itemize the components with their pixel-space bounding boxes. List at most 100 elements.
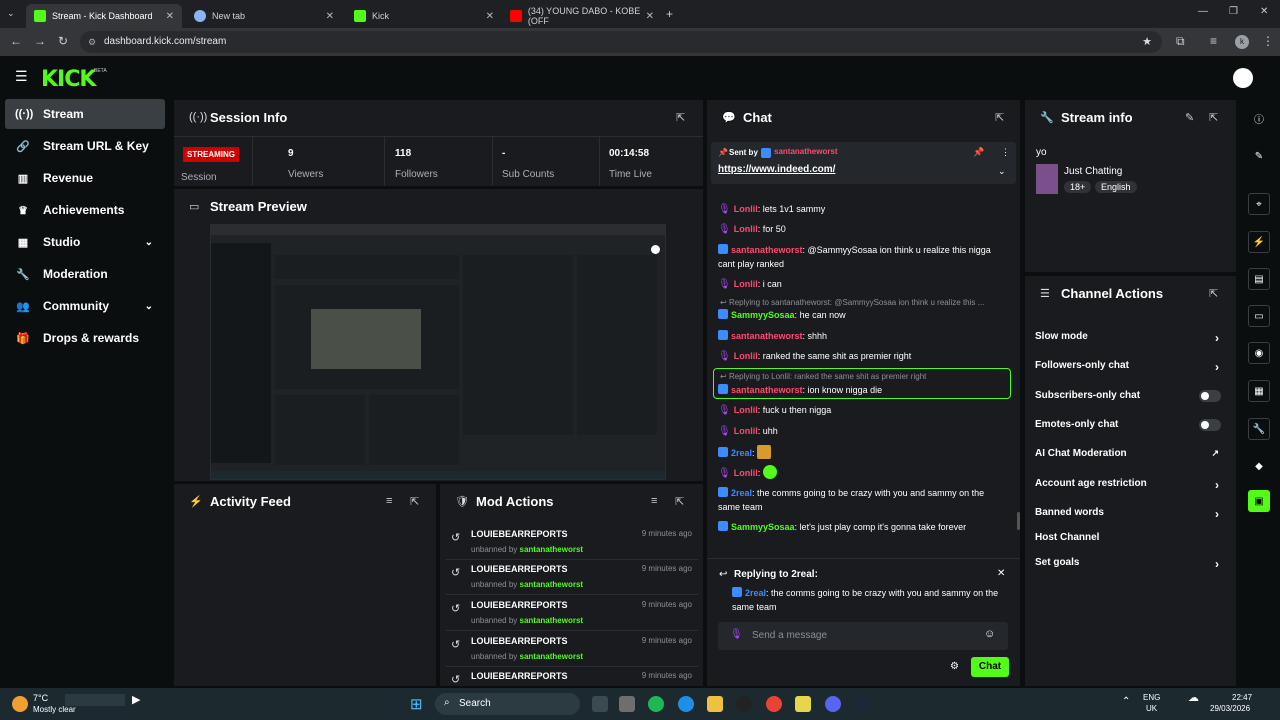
popout-icon[interactable]: ⇱ bbox=[675, 495, 684, 508]
wrench-icon[interactable]: 🔧 bbox=[1248, 418, 1270, 440]
camera-target-icon[interactable]: ⌖ bbox=[1248, 193, 1270, 215]
play-icon[interactable]: ▶ bbox=[132, 693, 140, 706]
chevron-down-icon[interactable]: ⌄ bbox=[998, 166, 1006, 177]
filter-icon[interactable]: ≡ bbox=[651, 495, 657, 507]
url-input[interactable]: ⚙ dashboard.kick.com/stream ★ bbox=[80, 31, 1162, 53]
chat-username[interactable]: Lonlil bbox=[734, 351, 758, 361]
taskbar-search[interactable]: ⌕ Search bbox=[435, 693, 580, 715]
tab-new-tab[interactable]: New tab ✕ bbox=[186, 4, 342, 28]
network-icon[interactable]: ☁ bbox=[1188, 691, 1199, 704]
mod-row-by[interactable]: santanatheworst bbox=[520, 545, 584, 554]
user-avatar[interactable] bbox=[1233, 68, 1253, 88]
language-label[interactable]: ENG bbox=[1143, 693, 1160, 702]
popout-icon[interactable]: ⇱ bbox=[676, 111, 685, 124]
host-channel-row[interactable]: Host Channel bbox=[1035, 532, 1225, 543]
mod-row-by[interactable]: santanatheworst bbox=[520, 580, 584, 589]
emotes-only-toggle[interactable] bbox=[1199, 419, 1221, 431]
emote-picker-icon[interactable]: ☺ bbox=[984, 628, 995, 640]
browser-menu-icon[interactable]: ⋮ bbox=[1262, 34, 1274, 48]
chat-settings-gear-icon[interactable]: ⚙ bbox=[950, 661, 959, 672]
shapes-icon[interactable]: ◆ bbox=[1248, 455, 1270, 477]
reply-hint[interactable]: ↩ Replying to santanatheworst: @SammyySo… bbox=[720, 298, 984, 307]
sidebar-item-moderation[interactable]: 🔧 Moderation bbox=[5, 259, 165, 289]
close-tab-icon[interactable]: ✕ bbox=[166, 11, 174, 22]
close-tab-icon[interactable]: ✕ bbox=[486, 11, 494, 22]
popout-icon[interactable]: ⇱ bbox=[1209, 111, 1218, 124]
tray-chevron-icon[interactable]: ⌃ bbox=[1122, 696, 1130, 707]
pinned-user[interactable]: santanatheworst bbox=[774, 147, 838, 156]
back-icon[interactable]: ← bbox=[10, 34, 22, 48]
sidebar-item-community[interactable]: 👥 Community ⌄ bbox=[5, 291, 165, 321]
edge-icon[interactable] bbox=[678, 696, 694, 712]
reload-icon[interactable]: ↻ bbox=[58, 34, 68, 48]
more-options-icon[interactable]: ⋮ bbox=[1001, 147, 1010, 158]
tab-youtube[interactable]: (34) YOUNG DABO - KOBE (OFF ✕ bbox=[502, 4, 662, 28]
add-widget-button[interactable]: ▣ bbox=[1248, 490, 1270, 512]
subscribers-only-toggle[interactable] bbox=[1199, 390, 1221, 402]
popout-icon[interactable]: ⇱ bbox=[995, 111, 1004, 124]
close-window-icon[interactable]: ✕ bbox=[1260, 6, 1268, 17]
obs-icon[interactable] bbox=[736, 696, 752, 712]
pinned-link[interactable]: https://www.indeed.com/ bbox=[718, 164, 835, 175]
ai-moderation-row[interactable]: AI Chat Moderation ↗ bbox=[1035, 448, 1225, 459]
chat-username[interactable]: SammyySosaa bbox=[731, 310, 795, 320]
bookmark-star-icon[interactable]: ★ bbox=[1142, 31, 1152, 53]
chat-username[interactable]: santanatheworst bbox=[731, 385, 803, 395]
broadcast-icon[interactable]: ◉ bbox=[1248, 342, 1270, 364]
chat-username[interactable]: Lonlil bbox=[734, 204, 758, 214]
forward-icon[interactable]: → bbox=[34, 34, 46, 48]
sidebar-item-drops[interactable]: 🎁 Drops & rewards bbox=[5, 323, 165, 353]
mod-row-user[interactable]: LOUIEBEARREPORTS bbox=[471, 671, 568, 681]
close-tab-icon[interactable]: ✕ bbox=[326, 11, 334, 22]
mod-row-user[interactable]: LOUIEBEARREPORTS bbox=[471, 636, 568, 646]
chat-username[interactable]: Lonlil bbox=[734, 468, 758, 478]
close-icon[interactable]: ✕ bbox=[997, 568, 1005, 579]
tab-stream-dashboard[interactable]: Stream - Kick Dashboard ✕ bbox=[26, 4, 182, 28]
highlighted-reply-message[interactable]: ↩ Replying to Lonlil: ranked the same sh… bbox=[713, 368, 1011, 399]
chat-bubble-icon[interactable]: ▭ bbox=[1248, 305, 1270, 327]
file-explorer-icon[interactable] bbox=[707, 696, 723, 712]
chat-username[interactable]: 2real bbox=[731, 488, 752, 498]
mod-row-user[interactable]: LOUIEBEARREPORTS bbox=[471, 529, 568, 539]
message-input[interactable]: 🎙 Send a message ☺ bbox=[718, 622, 1008, 650]
account-age-row[interactable]: Account age restriction › bbox=[1035, 478, 1225, 492]
document-icon[interactable]: ▤ bbox=[1248, 268, 1270, 290]
close-tab-icon[interactable]: ✕ bbox=[646, 11, 654, 22]
info-icon[interactable]: ⓘ bbox=[1248, 107, 1270, 129]
slow-mode-row[interactable]: Slow mode › bbox=[1035, 331, 1225, 345]
layout-icon[interactable]: ▦ bbox=[1248, 380, 1270, 402]
chat-username[interactable]: santanatheworst bbox=[731, 245, 803, 255]
task-view-icon[interactable] bbox=[592, 696, 608, 712]
app-icon[interactable] bbox=[795, 696, 811, 712]
weather-icon[interactable] bbox=[12, 696, 28, 712]
windows-start-icon[interactable]: ⊞ bbox=[410, 695, 423, 713]
site-info-icon[interactable]: ⚙ bbox=[88, 31, 96, 53]
followers-only-row[interactable]: Followers-only chat › bbox=[1035, 360, 1225, 374]
tab-kick[interactable]: Kick ✕ bbox=[346, 4, 502, 28]
send-chat-button[interactable]: Chat bbox=[971, 657, 1009, 677]
tab-search-icon[interactable]: ⌄ bbox=[7, 8, 15, 19]
category-name[interactable]: Just Chatting bbox=[1064, 166, 1122, 177]
kick-logo[interactable]: KICK bbox=[41, 67, 96, 92]
hamburger-menu-icon[interactable]: ☰ bbox=[15, 68, 28, 85]
spotify-icon[interactable] bbox=[648, 696, 664, 712]
edit-pencil-icon[interactable]: ✎ bbox=[1185, 111, 1194, 124]
stream-preview-video[interactable] bbox=[210, 224, 666, 480]
sidebar-item-stream[interactable]: ((·)) Stream bbox=[5, 99, 165, 129]
discord-icon[interactable] bbox=[825, 696, 841, 712]
mod-row-user[interactable]: LOUIEBEARREPORTS bbox=[471, 564, 568, 574]
media-widget[interactable] bbox=[65, 694, 125, 706]
sidebar-item-studio[interactable]: ▦ Studio ⌄ bbox=[5, 227, 165, 257]
profile-avatar[interactable]: k bbox=[1235, 35, 1249, 49]
new-tab-icon[interactable]: + bbox=[666, 7, 673, 21]
chat-username[interactable]: SammyySosaa bbox=[731, 522, 795, 532]
popout-icon[interactable]: ⇱ bbox=[410, 495, 419, 508]
chat-username[interactable]: Lonlil bbox=[734, 426, 758, 436]
chat-username[interactable]: Lonlil bbox=[734, 224, 758, 234]
extensions-icon[interactable]: ⧉ bbox=[1176, 34, 1185, 49]
chat-username[interactable]: Lonlil bbox=[734, 279, 758, 289]
edit-pencil-icon[interactable]: ✎ bbox=[1248, 145, 1270, 167]
unpin-icon[interactable]: 📌 bbox=[973, 147, 984, 158]
sidebar-item-revenue[interactable]: ▥ Revenue bbox=[5, 163, 165, 193]
chrome-icon[interactable] bbox=[766, 696, 782, 712]
